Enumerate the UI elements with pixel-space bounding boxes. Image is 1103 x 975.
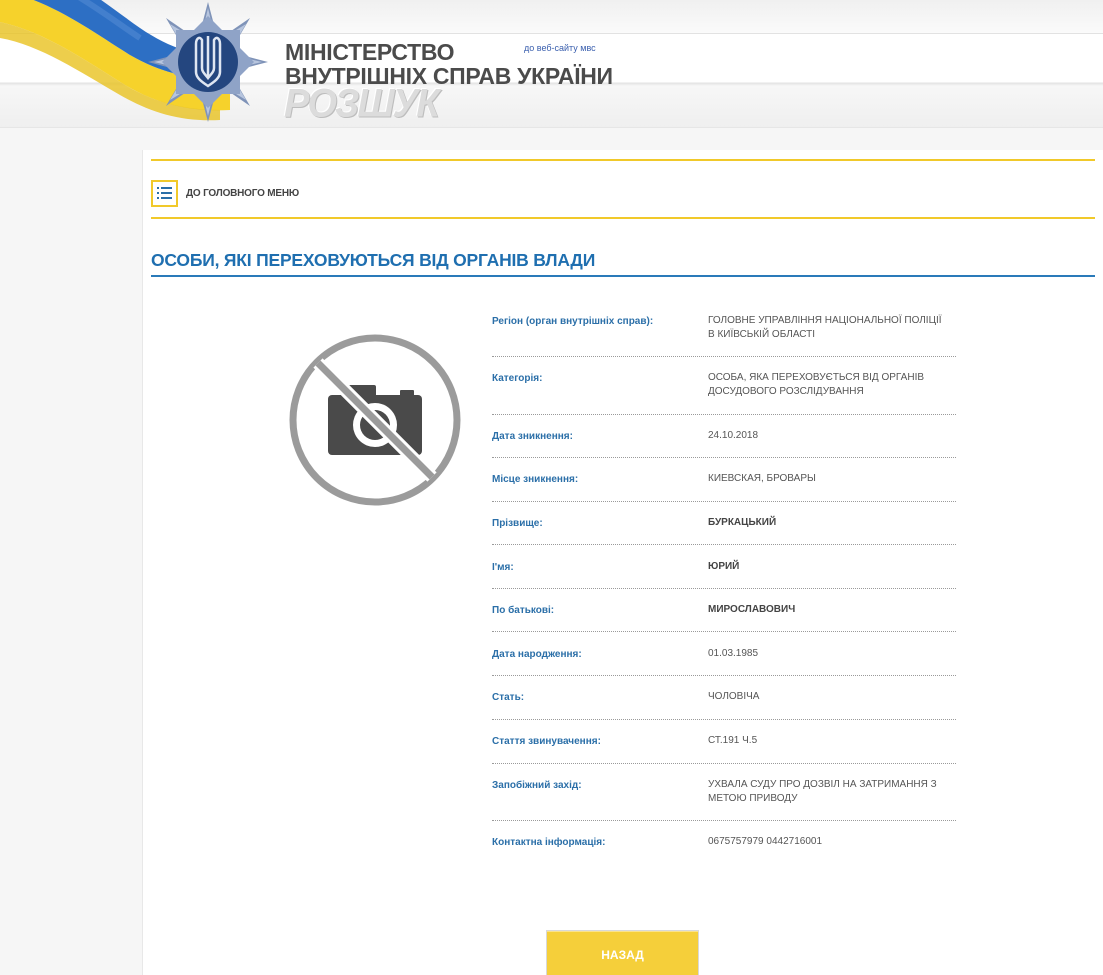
detail-label: Місце зникнення: bbox=[492, 474, 579, 485]
detail-label: Категорія: bbox=[492, 373, 543, 384]
gold-divider-bottom bbox=[151, 217, 1095, 219]
detail-value: СТ.191 Ч.5 bbox=[708, 735, 758, 746]
detail-label: Стаття звинувачення: bbox=[492, 736, 601, 747]
main-menu-label: ДО ГОЛОВНОГО МЕНЮ bbox=[186, 187, 299, 199]
detail-label: І'мя: bbox=[492, 562, 514, 573]
detail-value: ГОЛОВНЕ УПРАВЛІННЯ НАЦІОНАЛЬНОЇ ПОЛІЦІЇ … bbox=[708, 315, 942, 340]
ministry-site-link[interactable]: до веб-сайту мвс bbox=[524, 43, 596, 53]
detail-row-missing-place: Місце зникнення: КИЕВСКАЯ, БРОВАРЫ bbox=[492, 458, 956, 502]
no-photo-icon bbox=[289, 334, 461, 506]
detail-row-charge: Стаття звинувачення: СТ.191 Ч.5 bbox=[492, 720, 956, 764]
back-button[interactable]: НАЗАД bbox=[546, 930, 699, 975]
ministry-title-line1: МІНІСТЕРСТВО bbox=[285, 39, 455, 65]
page-title: ОСОБИ, ЯКІ ПЕРЕХОВУЮТЬСЯ ВІД ОРГАНІВ ВЛА… bbox=[151, 250, 596, 270]
title-underline bbox=[151, 275, 1095, 277]
detail-value: МИРОСЛАВОВИЧ bbox=[708, 604, 796, 615]
detail-row-region: Регіон (орган внутрішніх справ): ГОЛОВНЕ… bbox=[492, 307, 956, 357]
detail-value: ЮРИЙ bbox=[708, 561, 740, 572]
detail-label: Дата зникнення: bbox=[492, 431, 573, 442]
detail-value: 01.03.1985 bbox=[708, 648, 759, 659]
detail-label: Запобіжний захід: bbox=[492, 780, 582, 791]
detail-row-missing-date: Дата зникнення: 24.10.2018 bbox=[492, 415, 956, 458]
details-table: Регіон (орган внутрішніх справ): ГОЛОВНЕ… bbox=[492, 307, 956, 865]
detail-label: Контактна інформація: bbox=[492, 837, 606, 848]
detail-value: ОСОБА, ЯКА ПЕРЕХОВУЄТЬСЯ ВІД ОРГАНІВ ДОС… bbox=[708, 372, 925, 397]
main-menu-link[interactable]: ДО ГОЛОВНОГО МЕНЮ bbox=[151, 179, 299, 207]
detail-label: Дата народження: bbox=[492, 649, 582, 660]
detail-value: УХВАЛА СУДУ ПРО ДОЗВІЛ НА ЗАТРИМАННЯ З М… bbox=[708, 779, 937, 804]
detail-row-contact: Контактна інформація: 0675757979 0442716… bbox=[492, 821, 956, 865]
section-logo: РОЗШУК bbox=[284, 81, 440, 127]
content-panel: ДО ГОЛОВНОГО МЕНЮ ОСОБИ, ЯКІ ПЕРЕХОВУЮТЬ… bbox=[142, 150, 1103, 975]
detail-label: Регіон (орган внутрішніх справ): bbox=[492, 316, 654, 327]
detail-value: КИЕВСКАЯ, БРОВАРЫ bbox=[708, 473, 816, 484]
list-icon bbox=[151, 179, 178, 207]
detail-value: ЧОЛОВІЧА bbox=[708, 691, 760, 702]
detail-value: 24.10.2018 bbox=[708, 430, 759, 441]
detail-row-name: І'мя: ЮРИЙ bbox=[492, 545, 956, 589]
detail-row-birth-date: Дата народження: 01.03.1985 bbox=[492, 632, 956, 676]
police-star-emblem-icon bbox=[148, 2, 268, 122]
detail-label: Стать: bbox=[492, 692, 525, 703]
site-header: МІНІСТЕРСТВО ВНУТРІШНІХ СПРАВ УКРАЇНИ до… bbox=[0, 0, 1103, 128]
detail-row-surname: Прізвище: БУРКАЦЬКИЙ bbox=[492, 502, 956, 545]
detail-label: Прізвище: bbox=[492, 518, 543, 529]
detail-row-category: Категорія: ОСОБА, ЯКА ПЕРЕХОВУЄТЬСЯ ВІД … bbox=[492, 357, 956, 415]
detail-row-patronymic: По батькові: МИРОСЛАВОВИЧ bbox=[492, 589, 956, 632]
detail-value: БУРКАЦЬКИЙ bbox=[708, 517, 777, 528]
detail-value: 0675757979 0442716001 bbox=[708, 836, 823, 847]
detail-label: По батькові: bbox=[492, 605, 555, 616]
gold-divider-top bbox=[151, 159, 1095, 161]
detail-row-sex: Стать: ЧОЛОВІЧА bbox=[492, 676, 956, 720]
detail-row-preventive-measure: Запобіжний захід: УХВАЛА СУДУ ПРО ДОЗВІЛ… bbox=[492, 764, 956, 821]
